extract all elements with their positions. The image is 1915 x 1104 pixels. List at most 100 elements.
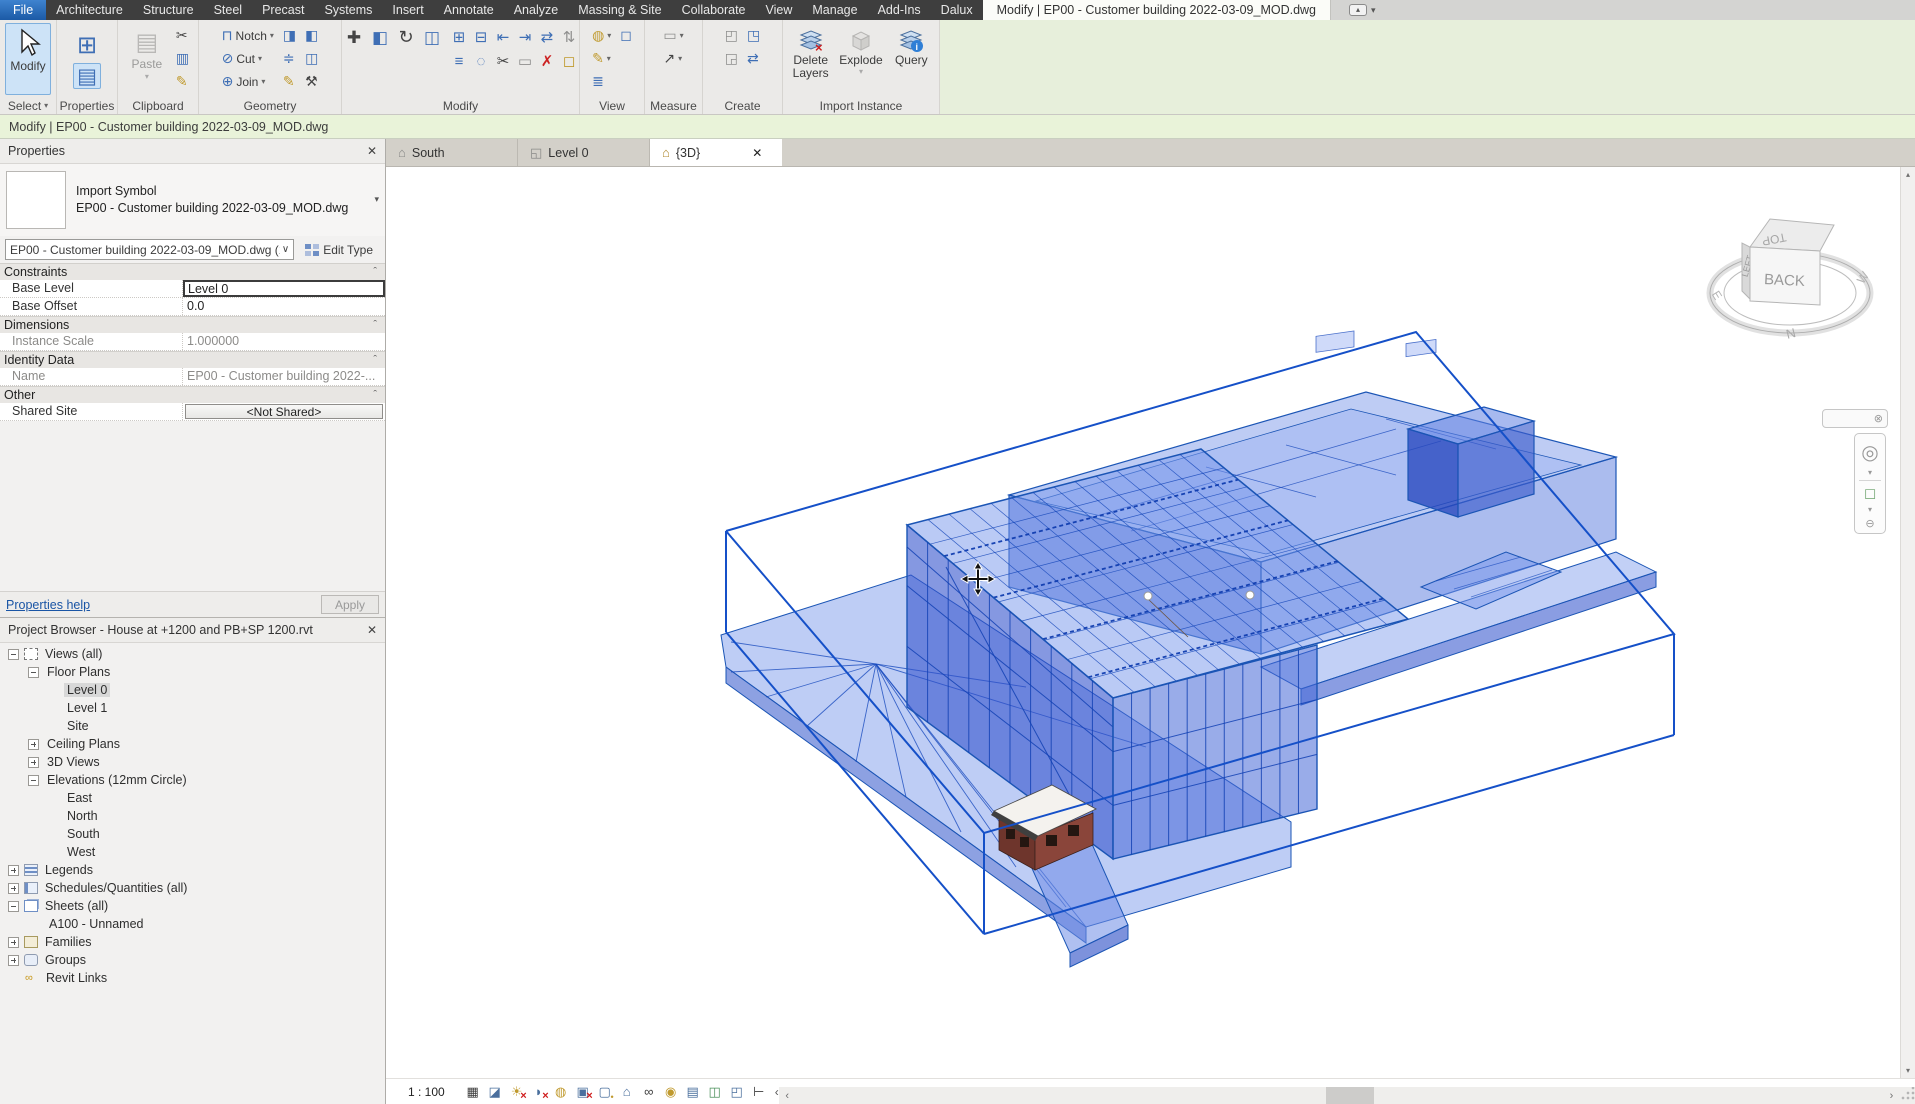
tab-manage[interactable]: Manage [802,0,867,20]
section-identity-data[interactable]: Identity Dataˆ [0,351,385,368]
split-icon[interactable]: ⇄ [541,28,554,46]
tab-massing-site[interactable]: Massing & Site [568,0,671,20]
beam-opening-button[interactable]: ◧ [302,25,321,46]
query-button[interactable]: i Query [888,23,935,95]
shared-site-button[interactable]: <Not Shared> [185,404,383,419]
browser-item-views[interactable]: Views (all) [0,645,385,663]
tab-systems[interactable]: Systems [314,0,382,20]
create-parts-button[interactable]: ⇄ [744,48,763,69]
reveal-constraints-icon[interactable]: ⊢ [749,1083,769,1101]
locked-3d-view-icon[interactable]: ⌂ [617,1083,637,1101]
split-gap-icon[interactable]: ⇅ [563,28,576,46]
steering-wheel-icon[interactable]: ◎ [1861,440,1878,465]
copy-tool-icon[interactable]: ◧ [372,28,388,48]
tab-insert[interactable]: Insert [382,0,433,20]
view-tab-3d[interactable]: ⌂ {3D} ✕ [650,139,782,166]
vertical-scrollbar[interactable]: ▴ ▾ [1900,167,1915,1078]
pin-icon[interactable]: ✂ [497,52,510,70]
scale-icon[interactable]: ◌ [477,53,486,70]
paste-button[interactable]: ▤ Paste ▾ [124,23,170,95]
browser-item-groups[interactable]: Groups [0,951,385,969]
chevron-down-icon[interactable]: ▾ [1868,505,1872,514]
detail-level-icon[interactable]: ▦ [463,1083,483,1101]
property-row-shared-site[interactable]: Shared Site <Not Shared> [0,403,385,421]
browser-item-site[interactable]: Site [0,717,385,735]
tree-collapse-icon[interactable] [28,667,39,678]
browser-item-south[interactable]: South [0,825,385,843]
modify-tool-button[interactable]: Modify [5,23,51,95]
temporary-hide-isolate-icon[interactable]: ∞ [639,1083,659,1101]
measure-aligned-button[interactable]: ↗▾ [660,48,686,69]
match-type-button[interactable]: ✎ [173,71,192,92]
control-dot[interactable] [1144,592,1152,600]
property-row-name[interactable]: Name EP00 - Customer building 2022-... [0,368,385,386]
apply-button[interactable]: Apply [321,595,379,614]
browser-item-families[interactable]: Families [0,933,385,951]
control-dot[interactable] [1246,591,1254,599]
tree-expand-icon[interactable] [8,955,19,966]
browser-item-floor-plans[interactable]: Floor Plans [0,663,385,681]
browser-item-schedules[interactable]: Schedules/Quantities (all) [0,879,385,897]
crop-view-icon[interactable]: ▣ [573,1083,593,1101]
tab-steel[interactable]: Steel [204,0,253,20]
project-browser-header[interactable]: Project Browser - House at +1200 and PB+… [0,618,385,643]
tab-add-ins[interactable]: Add-Ins [868,0,931,20]
viewcube[interactable]: N E W LEFT TOP BACK [1704,205,1880,357]
sun-path-icon[interactable]: ☀ [507,1083,527,1101]
displacement-sets-icon[interactable]: ◰ [727,1083,747,1101]
panel-label-select[interactable]: Select▾ [0,97,56,114]
drawing-canvas[interactable]: N E W LEFT TOP BACK ⊗ ◎ ▾ [386,167,1900,1078]
shadows-icon[interactable]: ◗ [529,1083,549,1101]
tab-structure[interactable]: Structure [133,0,204,20]
notch-button[interactable]: ⊓Notch▾ [219,25,277,46]
rendering-dialog-icon[interactable]: ◍ [551,1083,571,1101]
type-properties-icon[interactable]: ⊞ [77,31,97,59]
tab-analyze[interactable]: Analyze [504,0,568,20]
chevron-down-icon[interactable]: ▾ [374,194,379,205]
section-constraints[interactable]: Constraintsˆ [0,263,385,280]
tab-annotate[interactable]: Annotate [434,0,504,20]
move-tool-icon[interactable]: ✚ [347,28,361,48]
tree-collapse-icon[interactable] [8,901,19,912]
collapse-chevron-icon[interactable]: ˆ [373,389,377,401]
browser-item-level-0[interactable]: Level 0 [0,681,385,699]
browser-item-east[interactable]: East [0,789,385,807]
measure-between-icon[interactable]: ◻ [563,52,575,70]
browser-item-level-1[interactable]: Level 1 [0,699,385,717]
create-assembly-button[interactable]: ◲ [722,48,741,69]
tree-expand-icon[interactable] [8,883,19,894]
contextual-tab-modify[interactable]: Modify | EP00 - Customer building 2022-0… [983,0,1331,20]
base-level-value[interactable]: Level 0 [183,280,385,297]
property-row-base-level[interactable]: Base Level Level 0 [0,280,385,298]
cut-geometry-button[interactable]: ⊘Cut▾ [219,48,277,69]
properties-palette-icon[interactable]: ▤ [73,63,101,89]
offset-icon[interactable]: ⊟ [475,28,488,46]
join-geometry-button[interactable]: ⊕Join▾ [219,71,277,92]
compass-north-label[interactable]: N [1784,325,1797,342]
vertical-scroll-track[interactable] [1901,182,1915,1063]
tab-collaborate[interactable]: Collaborate [672,0,756,20]
trim-corner-icon[interactable]: ⇤ [497,28,510,46]
tab-dalux[interactable]: Dalux [931,0,983,20]
ribbon-collapse-toggle[interactable]: ▴ ▾ [1349,4,1376,16]
array-icon[interactable]: ≡ [455,53,464,70]
section-other[interactable]: Otherˆ [0,386,385,403]
horizontal-scrollbar[interactable]: ‹ › [779,1087,1915,1104]
browser-item-sheets[interactable]: Sheets (all) [0,897,385,915]
tree-expand-icon[interactable] [28,757,39,768]
create-similar-button[interactable]: ◳ [744,25,763,46]
browser-item-a100-unnamed[interactable]: A100 - Unnamed [0,915,385,933]
paint-button[interactable]: ✎ [280,71,299,92]
mirror-tool-icon[interactable]: ◫ [424,28,440,48]
browser-item-west[interactable]: West [0,843,385,861]
tab-precast[interactable]: Precast [252,0,314,20]
reveal-hidden-elements-icon[interactable]: ◉ [661,1083,681,1101]
resize-grip[interactable] [1900,1087,1915,1104]
linework-button[interactable]: ≣ [589,71,614,92]
trim-extend-icon[interactable]: ⇥ [519,28,532,46]
show-crop-region-icon[interactable]: ▢ [595,1083,615,1101]
browser-item-ceiling-plans[interactable]: Ceiling Plans [0,735,385,753]
unpin-icon[interactable]: ▭ [518,52,532,70]
chevron-down-icon[interactable]: ▾ [1868,468,1872,477]
tree-collapse-icon[interactable] [8,649,19,660]
